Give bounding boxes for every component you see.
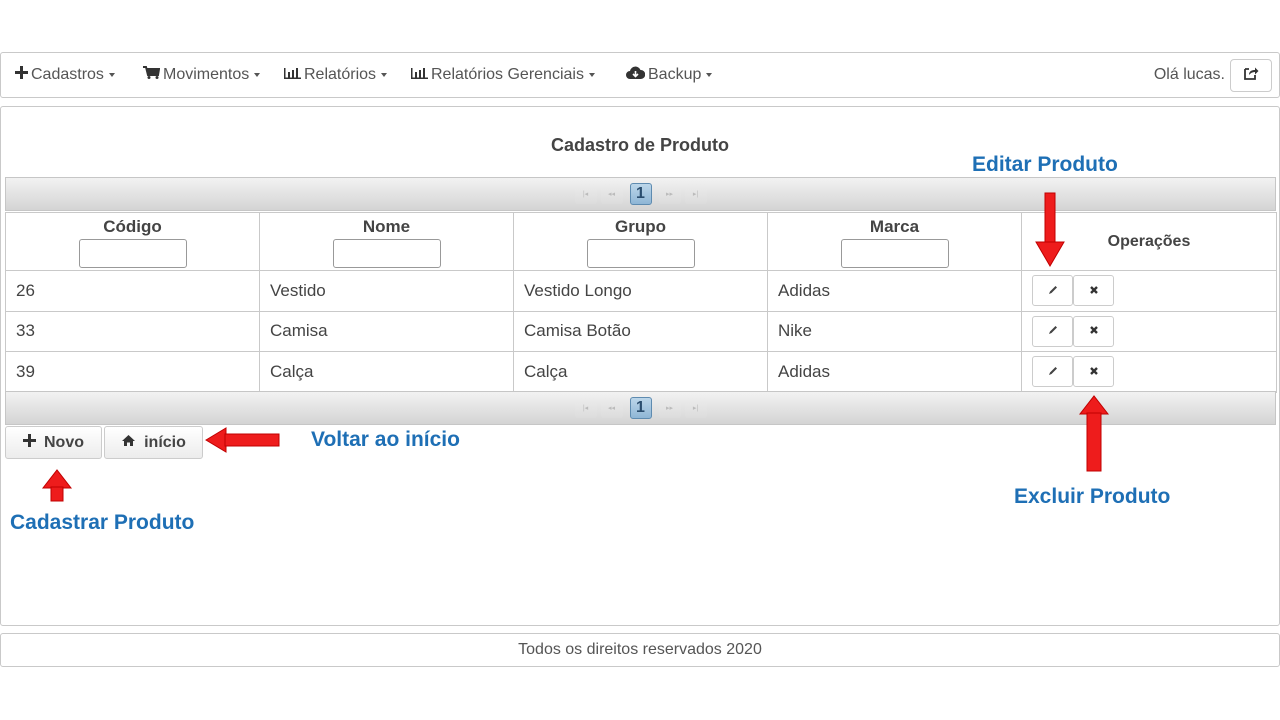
caret-down-icon: [108, 73, 115, 77]
cell-grupo: Camisa Botão: [513, 310, 768, 352]
column-codigo-label: Código: [103, 217, 162, 236]
column-codigo: Código: [5, 212, 260, 271]
home-label: início: [144, 433, 186, 451]
delete-button[interactable]: [1073, 356, 1114, 388]
menu-relatorios[interactable]: Relatórios: [284, 53, 388, 97]
first-page-button[interactable]: |◂: [574, 398, 597, 418]
navbar: Cadastros Movimentos Relatórios Relatóri…: [0, 52, 1280, 98]
bar-chart-icon: [284, 66, 301, 84]
plus-icon: [15, 66, 28, 84]
menu-relatorios-gerenciais-label: Relatórios Gerenciais: [431, 66, 584, 83]
logout-button[interactable]: [1230, 59, 1272, 92]
cell-nome: Vestido: [259, 270, 514, 312]
column-grupo: Grupo: [513, 212, 768, 271]
paginator-bottom: |◂ ◂◂ 1 ▸▸ ▸|: [5, 391, 1276, 425]
caret-down-icon: [381, 73, 388, 77]
column-operacoes-label: Operações: [1107, 232, 1191, 250]
caret-down-icon: [254, 73, 261, 77]
menu-relatorios-gerenciais[interactable]: Relatórios Gerenciais: [411, 53, 595, 97]
filter-grupo-input[interactable]: [586, 239, 695, 268]
last-page-button[interactable]: ▸|: [684, 398, 707, 418]
current-page-button[interactable]: 1: [629, 183, 652, 205]
close-icon: [1089, 324, 1099, 338]
last-page-button[interactable]: ▸|: [684, 184, 707, 204]
pencil-icon: [1048, 284, 1058, 298]
column-nome: Nome: [259, 212, 514, 271]
menu-backup[interactable]: Backup: [626, 53, 713, 97]
edit-button[interactable]: [1032, 356, 1073, 388]
menu-cadastros-label: Cadastros: [31, 66, 104, 83]
caret-down-icon: [706, 73, 713, 77]
cell-marca: Adidas: [767, 270, 1022, 312]
menu-relatorios-label: Relatórios: [304, 66, 377, 83]
annotation-edit: Editar Produto: [972, 153, 1118, 176]
plus-icon: [23, 433, 36, 452]
footer: Todos os direitos reservados 2020: [0, 633, 1280, 667]
filter-nome-input[interactable]: [332, 239, 441, 268]
menu-movimentos-label: Movimentos: [163, 66, 250, 83]
cell-grupo: Calça: [513, 351, 768, 393]
home-button[interactable]: início: [104, 426, 203, 459]
menu-movimentos[interactable]: Movimentos: [143, 53, 261, 97]
delete-button[interactable]: [1073, 275, 1114, 307]
product-table: Código Nome Grupo Marca Operações 26 Ves…: [5, 212, 1277, 393]
user-greeting: Olá lucas.: [1153, 66, 1225, 83]
annotation-delete: Excluir Produto: [1014, 485, 1171, 508]
close-icon: [1089, 284, 1099, 298]
share-icon: [1243, 66, 1259, 85]
table-row: 39 Calça Calça Adidas: [5, 351, 1277, 393]
pencil-icon: [1048, 324, 1058, 338]
main-panel: Cadastro de Produto |◂ ◂◂ 1 ▸▸ ▸| Código…: [0, 106, 1280, 626]
cart-icon: [143, 66, 161, 84]
filter-marca-input[interactable]: [840, 239, 949, 268]
edit-button[interactable]: [1032, 315, 1073, 347]
next-page-button[interactable]: ▸▸: [658, 184, 681, 204]
cell-codigo: 26: [5, 270, 260, 312]
menu-cadastros[interactable]: Cadastros: [15, 53, 115, 97]
edit-button[interactable]: [1032, 275, 1073, 307]
pencil-icon: [1048, 365, 1058, 379]
close-icon: [1089, 365, 1099, 379]
cell-operacoes: [1021, 351, 1277, 393]
bar-chart-icon: [411, 66, 428, 84]
cell-grupo: Vestido Longo: [513, 270, 768, 312]
new-product-button[interactable]: Novo: [5, 426, 102, 459]
cell-marca: Nike: [767, 310, 1022, 352]
cell-operacoes: [1021, 310, 1277, 352]
current-page-button[interactable]: 1: [629, 397, 652, 419]
caret-down-icon: [588, 73, 595, 77]
cloud-download-icon: [626, 66, 646, 85]
table-row: 26 Vestido Vestido Longo Adidas: [5, 270, 1277, 312]
paginator-top: |◂ ◂◂ 1 ▸▸ ▸|: [5, 177, 1276, 211]
column-marca: Marca: [767, 212, 1022, 271]
menu-backup-label: Backup: [648, 66, 702, 83]
filter-codigo-input[interactable]: [78, 239, 187, 268]
first-page-button[interactable]: |◂: [574, 184, 597, 204]
column-grupo-label: Grupo: [615, 217, 666, 236]
home-icon: [121, 434, 136, 452]
annotation-create: Cadastrar Produto: [10, 511, 195, 534]
cell-codigo: 33: [5, 310, 260, 352]
column-operacoes: Operações: [1021, 212, 1277, 271]
cell-marca: Adidas: [767, 351, 1022, 393]
next-page-button[interactable]: ▸▸: [658, 398, 681, 418]
table-row: 33 Camisa Camisa Botão Nike: [5, 310, 1277, 352]
table-header-row: Código Nome Grupo Marca Operações: [5, 212, 1277, 271]
annotation-back: Voltar ao início: [311, 428, 460, 451]
column-marca-label: Marca: [869, 217, 920, 236]
cell-nome: Camisa: [259, 310, 514, 352]
new-product-label: Novo: [44, 433, 84, 451]
prev-page-button[interactable]: ◂◂: [600, 398, 623, 418]
column-nome-label: Nome: [362, 217, 411, 236]
cell-operacoes: [1021, 270, 1277, 312]
cell-nome: Calça: [259, 351, 514, 393]
cell-codigo: 39: [5, 351, 260, 393]
prev-page-button[interactable]: ◂◂: [600, 184, 623, 204]
delete-button[interactable]: [1073, 315, 1114, 347]
